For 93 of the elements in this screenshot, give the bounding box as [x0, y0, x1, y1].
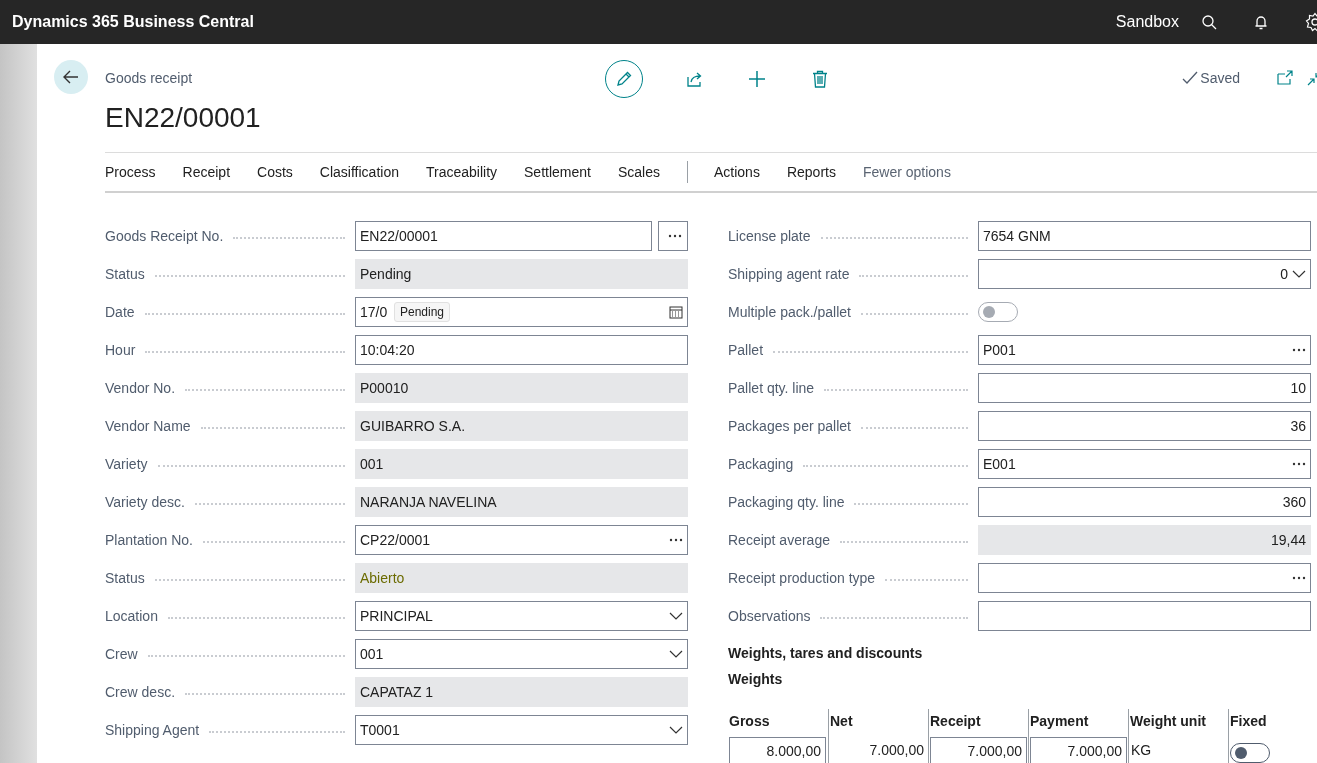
action-tab[interactable]: Clasiffication [319, 164, 399, 180]
dropdown-field[interactable]: PRINCIPAL [355, 601, 688, 631]
page-title: EN22/00001 [105, 102, 261, 134]
search-icon[interactable] [1201, 14, 1217, 30]
input-field[interactable]: 10 [978, 373, 1311, 403]
dropdown-field[interactable]: 0 [978, 259, 1311, 289]
assist-button[interactable] [658, 221, 688, 251]
field-label: Packages per pallet [728, 418, 851, 434]
field-label: Crew desc. [105, 684, 176, 700]
action-tab[interactable]: Traceability [425, 164, 498, 180]
input-field[interactable]: 7654 GNM [978, 221, 1311, 251]
read-only-field: GUIBARRO S.A. [355, 411, 688, 441]
input-field[interactable]: 8.000,00 [729, 737, 826, 763]
breadcrumb: Goods receipt [105, 70, 193, 86]
column-header: Receipt [928, 709, 1028, 735]
column-header: Weight unit [1128, 709, 1228, 735]
trash-icon[interactable] [811, 70, 829, 88]
edit-button[interactable] [605, 60, 643, 98]
toggle-switch[interactable] [1230, 743, 1270, 763]
read-only-field: Abierto [355, 563, 688, 593]
column-header: Payment [1028, 709, 1128, 735]
field-label: Status [105, 570, 145, 586]
dropdown-field[interactable]: 001 [355, 639, 688, 669]
read-only-field: CAPATAZ 1 [355, 677, 688, 707]
read-only-field: Pending [355, 259, 688, 289]
field-label: Pallet [728, 342, 764, 358]
field-label: Vendor No. [105, 380, 176, 396]
section-heading: Weights, tares and discounts [728, 645, 924, 661]
input-field[interactable]: 360 [978, 487, 1311, 517]
field-label: Observations [728, 608, 811, 624]
read-only-field: NARANJA NAVELINA [355, 487, 688, 517]
input-field[interactable]: 36 [978, 411, 1311, 441]
read-only-field: 001 [355, 449, 688, 479]
action-tab[interactable]: Actions [714, 164, 760, 180]
bell-icon[interactable] [1253, 14, 1269, 30]
input-field[interactable] [978, 601, 1311, 631]
action-tab[interactable]: Scales [617, 164, 660, 180]
field-label: Receipt production type [728, 570, 876, 586]
options-link[interactable]: Fewer options [862, 164, 951, 180]
lookup-field[interactable] [978, 563, 1311, 593]
field-label: Receipt average [728, 532, 830, 548]
date-field[interactable]: 17/0 Pending [355, 297, 688, 327]
action-tab[interactable]: Receipt [182, 164, 231, 180]
lookup-field[interactable]: CP22/0001 [355, 525, 688, 555]
read-only-field: P00010 [355, 373, 688, 403]
lookup-field[interactable]: E001 [978, 449, 1311, 479]
action-tab[interactable]: Costs [257, 164, 293, 180]
toggle-switch[interactable] [978, 302, 1018, 322]
field-label: Crew [105, 646, 138, 662]
pencil-icon [615, 70, 633, 88]
field-label: Pallet qty. line [728, 380, 815, 396]
column-header: Fixed [1228, 709, 1317, 735]
field-label: Goods Receipt No. [105, 228, 224, 244]
field-label: Shipping Agent [105, 722, 200, 738]
save-status: Saved [1182, 70, 1240, 86]
check-icon [1182, 70, 1199, 86]
dropdown-field[interactable]: T0001 [355, 715, 688, 745]
action-tab[interactable]: Reports [786, 164, 836, 180]
input-field[interactable]: 7.000,00 [930, 737, 1027, 763]
column-header: Gross [728, 712, 771, 731]
field-label: Hour [105, 342, 136, 358]
back-button[interactable] [54, 60, 88, 94]
field-label: Date [105, 304, 135, 320]
field-label: Multiple pack./pallet [728, 304, 851, 320]
environment-name: Sandbox [1115, 13, 1179, 31]
tooltip: Pending [394, 302, 451, 322]
plus-icon[interactable] [748, 70, 766, 88]
input-field[interactable]: 7.000,00 [1030, 737, 1127, 763]
field-label: Packaging [728, 456, 794, 472]
subsection-heading: Weights [728, 671, 784, 687]
table-cell-text: 7.000,00 [868, 741, 924, 760]
open-in-new-window-icon[interactable] [1277, 70, 1293, 86]
field-label: Packaging qty. line [728, 494, 845, 510]
input-field[interactable]: 10:04:20 [355, 335, 688, 365]
field-label: Plantation No. [105, 532, 193, 548]
app-title: Dynamics 365 Business Central [12, 13, 254, 31]
action-tab[interactable]: Process [105, 164, 156, 180]
field-label: Vendor Name [105, 418, 191, 434]
field-label: Shipping agent rate [728, 266, 850, 282]
action-tab[interactable]: Settlement [524, 164, 591, 180]
read-only-field: 19,44 [978, 525, 1311, 555]
field-label: Status [105, 266, 145, 282]
lookup-field[interactable]: P001 [978, 335, 1311, 365]
table-cell-text: KG [1130, 741, 1152, 760]
back-arrow-icon [62, 68, 80, 86]
field-label: Variety desc. [105, 494, 185, 510]
share-icon[interactable] [686, 70, 704, 88]
column-header: Net [828, 709, 928, 735]
field-label: Variety [105, 456, 148, 472]
field-label: Location [105, 608, 158, 624]
calendar-icon [669, 305, 683, 319]
field-label: License plate [728, 228, 811, 244]
input-field[interactable]: EN22/00001 [355, 221, 652, 251]
